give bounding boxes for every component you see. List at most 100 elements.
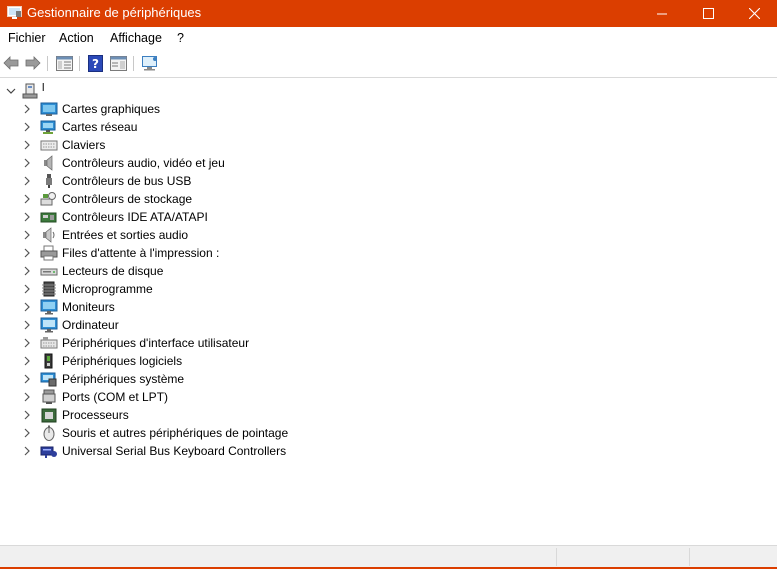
menu-file[interactable]: Fichier — [8, 31, 46, 45]
device-category-label: Lecteurs de disque — [62, 264, 164, 278]
display-adapter-icon — [40, 102, 58, 116]
forward-arrow-icon — [25, 56, 41, 70]
close-button[interactable] — [731, 0, 777, 27]
chevron-right-icon[interactable] — [22, 158, 32, 168]
firmware-chip-icon — [42, 281, 56, 297]
chevron-right-icon[interactable] — [22, 374, 32, 384]
device-category-label: Moniteurs — [62, 300, 115, 314]
chevron-right-icon[interactable] — [22, 212, 32, 222]
chevron-right-icon[interactable] — [22, 122, 32, 132]
device-category-row[interactable]: Ordinateur — [0, 316, 777, 334]
mouse-icon — [43, 425, 55, 441]
device-category-row[interactable]: Ports (COM et LPT) — [0, 388, 777, 406]
properties-button[interactable] — [55, 54, 73, 72]
device-category-label: Entrées et sorties audio — [62, 228, 189, 242]
status-separator — [689, 548, 690, 566]
close-icon — [748, 8, 760, 19]
scan-hardware-button[interactable] — [141, 54, 159, 72]
device-category-label: Périphériques logiciels — [62, 354, 183, 368]
device-category-row[interactable]: Claviers — [0, 136, 777, 154]
device-tree[interactable]: l Cartes graphiques Cartes réseau Claviers… — [0, 80, 777, 545]
chevron-right-icon[interactable] — [22, 284, 32, 294]
chevron-right-icon[interactable] — [22, 356, 32, 366]
device-category-row[interactable]: Files d'attente à l'impression : — [0, 244, 777, 262]
speaker-icon — [44, 155, 53, 171]
chevron-right-icon[interactable] — [22, 410, 32, 420]
device-category-row[interactable]: Cartes réseau — [0, 118, 777, 136]
device-category-label: Microprogramme — [62, 282, 153, 296]
chevron-right-icon[interactable] — [22, 140, 32, 150]
device-category-label: Files d'attente à l'impression : — [62, 246, 220, 260]
device-category-row[interactable]: Souris et autres périphériques de pointa… — [0, 424, 777, 442]
back-button[interactable] — [2, 54, 20, 72]
title-bar: Gestionnaire de périphériques — [0, 0, 777, 27]
help-button[interactable]: ? — [86, 54, 104, 72]
software-device-icon — [44, 353, 53, 369]
chevron-right-icon[interactable] — [22, 248, 32, 258]
device-category-label: Cartes graphiques — [62, 102, 161, 116]
computer-root-icon — [22, 83, 38, 99]
menu-view[interactable]: Affichage — [110, 31, 162, 45]
device-category-label: Souris et autres périphériques de pointa… — [62, 426, 289, 440]
chevron-right-icon[interactable] — [22, 446, 32, 456]
device-category-row[interactable]: Microprogramme — [0, 280, 777, 298]
device-category-row[interactable]: Périphériques logiciels — [0, 352, 777, 370]
device-category-row[interactable]: Périphériques système — [0, 370, 777, 388]
ide-controller-icon — [40, 212, 57, 223]
device-category-row[interactable]: Contrôleurs de bus USB — [0, 172, 777, 190]
window-bottom-edge — [0, 567, 777, 574]
chevron-right-icon[interactable] — [22, 320, 32, 330]
device-category-row[interactable]: Universal Serial Bus Keyboard Controller… — [0, 442, 777, 460]
system-device-icon — [40, 372, 57, 387]
device-category-row[interactable]: Périphériques d'interface utilisateur — [0, 334, 777, 352]
device-category-label: Claviers — [62, 138, 106, 152]
chevron-right-icon[interactable] — [22, 194, 32, 204]
device-category-label: Contrôleurs de bus USB — [62, 174, 192, 188]
device-category-row[interactable]: Cartes graphiques — [0, 100, 777, 118]
device-category-row[interactable]: Lecteurs de disque — [0, 262, 777, 280]
menu-bar: Fichier Action Affichage ? — [0, 27, 777, 50]
device-manager-icon — [7, 6, 22, 19]
minimize-icon — [656, 13, 667, 15]
chevron-right-icon[interactable] — [22, 302, 32, 312]
device-category-row[interactable]: Contrôleurs IDE ATA/ATAPI — [0, 208, 777, 226]
device-category-label: Périphériques système — [62, 372, 185, 386]
menu-action[interactable]: Action — [59, 31, 94, 45]
device-category-row[interactable]: Moniteurs — [0, 298, 777, 316]
help-icon: ? — [87, 54, 103, 72]
chevron-right-icon[interactable] — [22, 266, 32, 276]
minimize-button[interactable] — [639, 0, 685, 27]
device-category-row[interactable]: Contrôleurs de stockage — [0, 190, 777, 208]
chevron-right-icon[interactable] — [22, 104, 32, 114]
network-adapter-icon — [40, 120, 56, 134]
device-category-label: Périphériques d'interface utilisateur — [62, 336, 250, 350]
scan-hardware-icon — [142, 55, 157, 70]
chevron-down-icon[interactable] — [6, 87, 16, 95]
device-category-row[interactable]: Contrôleurs audio, vidéo et jeu — [0, 154, 777, 172]
device-category-row[interactable]: Processeurs — [0, 406, 777, 424]
tree-root[interactable]: l — [0, 82, 777, 100]
device-category-label: Contrôleurs IDE ATA/ATAPI — [62, 210, 208, 224]
hid-icon — [40, 337, 58, 349]
device-category-row[interactable]: Entrées et sorties audio — [0, 226, 777, 244]
disk-drive-icon — [40, 268, 58, 276]
action-pane-button[interactable] — [109, 54, 127, 72]
usb-icon — [46, 174, 52, 188]
device-category-label: Ports (COM et LPT) — [62, 390, 169, 404]
device-category-label: Contrôleurs audio, vidéo et jeu — [62, 156, 225, 170]
menu-help[interactable]: ? — [177, 31, 184, 45]
chevron-right-icon[interactable] — [22, 176, 32, 186]
status-separator — [556, 548, 557, 566]
processor-icon — [41, 408, 57, 423]
back-arrow-icon — [3, 56, 19, 70]
device-category-label: Cartes réseau — [62, 120, 138, 134]
audio-io-icon — [43, 227, 55, 243]
chevron-right-icon[interactable] — [22, 338, 32, 348]
chevron-right-icon[interactable] — [22, 428, 32, 438]
toolbar: ? — [0, 50, 777, 78]
chevron-right-icon[interactable] — [22, 230, 32, 240]
properties-icon — [55, 55, 73, 71]
chevron-right-icon[interactable] — [22, 392, 32, 402]
maximize-button[interactable] — [685, 0, 731, 27]
forward-button[interactable] — [24, 54, 42, 72]
